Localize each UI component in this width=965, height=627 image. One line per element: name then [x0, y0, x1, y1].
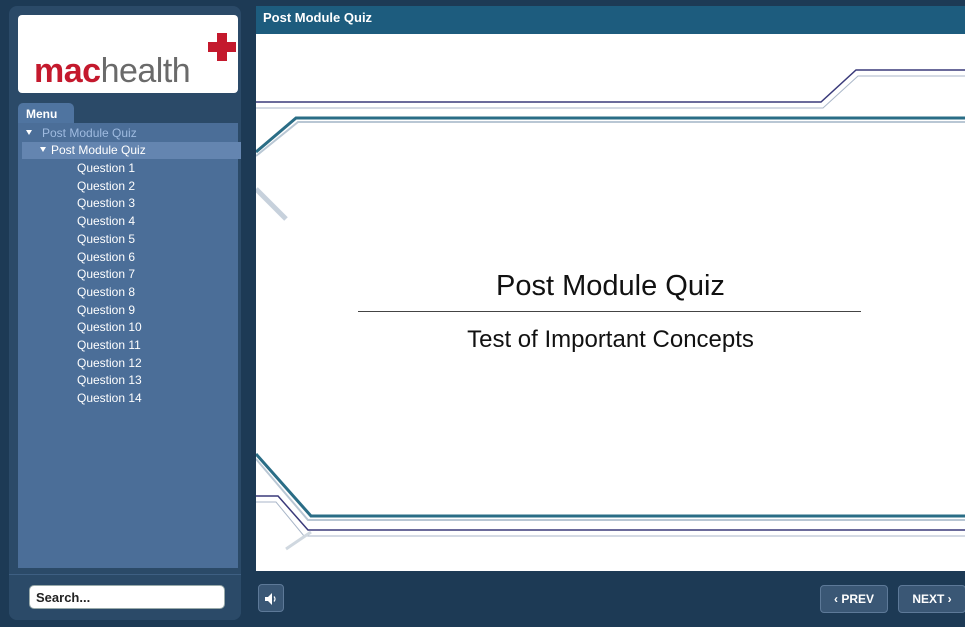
expand-arrow-icon[interactable]	[40, 147, 46, 152]
search-input[interactable]	[29, 585, 225, 609]
player-controls: ‹ PREV NEXT ›	[256, 571, 965, 627]
menu-item-question[interactable]: Question 5	[77, 231, 135, 248]
speaker-icon	[265, 593, 276, 605]
menu-item-question[interactable]: Question 1	[77, 160, 135, 177]
search-area	[9, 574, 241, 620]
next-button[interactable]: NEXT ›	[898, 585, 965, 613]
slide-content: Post Module Quiz Test of Important Conce…	[256, 34, 965, 571]
menu-item-question[interactable]: Question 13	[77, 372, 142, 389]
tree-item-section[interactable]: Post Module Quiz	[22, 142, 241, 159]
menu-item-question[interactable]: Question 11	[77, 337, 141, 354]
plus-icon	[208, 33, 236, 61]
menu-item-question[interactable]: Question 2	[77, 178, 135, 195]
menu-item-question[interactable]: Question 4	[77, 213, 135, 230]
menu-item-question[interactable]: Question 6	[77, 249, 135, 266]
slide-title: Post Module Quiz	[496, 270, 725, 302]
audio-button[interactable]	[258, 584, 284, 612]
tree-item-section-label: Post Module Quiz	[51, 143, 146, 157]
menu-item-question[interactable]: Question 10	[77, 319, 142, 336]
menu-item-question[interactable]: Question 7	[77, 266, 135, 283]
tree-item-root-label: Post Module Quiz	[42, 126, 137, 140]
tree-item-root[interactable]: Post Module Quiz	[18, 125, 234, 142]
menu-item-question[interactable]: Question 9	[77, 302, 135, 319]
logo: machealth	[18, 15, 238, 93]
menu-item-question[interactable]: Question 14	[77, 390, 142, 407]
logo-health: health	[100, 52, 191, 90]
page-title: Post Module Quiz	[256, 6, 965, 34]
slide-subtitle: Test of Important Concepts	[467, 326, 754, 353]
menu-item-question[interactable]: Question 12	[77, 355, 142, 372]
menu-item-question[interactable]: Question 8	[77, 284, 135, 301]
menu-item-question[interactable]: Question 3	[77, 195, 135, 212]
title-divider	[358, 311, 861, 312]
logo-mac: mac	[34, 52, 101, 90]
sidebar: machealth Menu Post Module Quiz Post Mod…	[9, 6, 241, 620]
menu-panel: Post Module Quiz Post Module Quiz Questi…	[18, 123, 241, 568]
menu-tab[interactable]: Menu	[18, 103, 74, 125]
prev-button[interactable]: ‹ PREV	[820, 585, 888, 613]
expand-arrow-icon[interactable]	[26, 130, 32, 135]
